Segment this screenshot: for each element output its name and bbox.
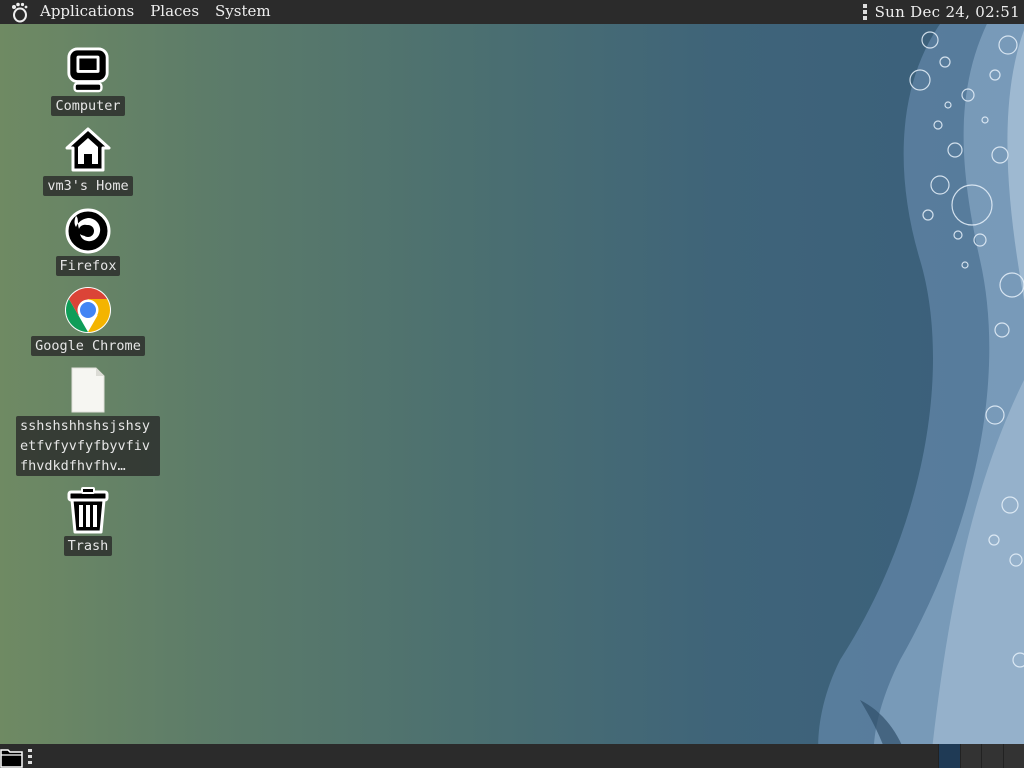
workspace-1[interactable] [938, 744, 960, 768]
system-menu[interactable]: System [207, 0, 279, 24]
wallpaper-waves-art [818, 0, 1024, 768]
desktop-icon-label: Trash [63, 536, 113, 556]
desktop-icon-label: vm3's Home [43, 176, 133, 196]
desktop-icon-label: sshshshhshsjshsyetfvfyvfyfbyvfivfhvdkdfh… [16, 416, 160, 476]
desktop-icon-firefox[interactable]: Firefox [0, 206, 176, 276]
desktop-icon-text-file[interactable]: sshshshhshsjshsyetfvfyvfyfbyvfivfhvdkdfh… [0, 366, 176, 476]
panel-drag-handle[interactable] [28, 749, 32, 764]
desktop-icon-label: Firefox [55, 256, 121, 276]
workspace-switcher[interactable] [938, 744, 1024, 768]
top-panel: Applications Places System Sun Dec 24, 0… [0, 0, 1024, 24]
workspace-2[interactable] [959, 744, 981, 768]
places-menu[interactable]: Places [142, 0, 207, 24]
computer-icon [64, 46, 112, 94]
workspace-3[interactable] [981, 744, 1003, 768]
desktop-icon-label: Google Chrome [31, 336, 145, 356]
home-folder-icon [64, 126, 112, 174]
desktop-icon-chrome[interactable]: Google Chrome [0, 286, 176, 356]
desktop-icon-computer[interactable]: Computer [0, 46, 176, 116]
gnome-foot-icon[interactable] [8, 1, 30, 23]
clock[interactable]: Sun Dec 24, 02:51 [875, 3, 1020, 21]
desktop-icon-trash[interactable]: Trash [0, 486, 176, 556]
show-desktop-icon[interactable] [0, 744, 24, 768]
trash-icon [64, 486, 112, 534]
firefox-icon [64, 206, 112, 254]
panel-right-area: Sun Dec 24, 02:51 [862, 0, 1020, 24]
desktop-icon-home[interactable]: vm3's Home [0, 126, 176, 196]
bottom-panel [0, 744, 1024, 768]
applications-menu[interactable]: Applications [32, 0, 142, 24]
panel-drag-handle[interactable] [862, 4, 867, 20]
workspace-4[interactable] [1002, 744, 1024, 768]
text-file-icon [64, 366, 112, 414]
main-menu-bar: Applications Places System [0, 0, 279, 24]
desktop-icon-label: Computer [51, 96, 125, 116]
chrome-icon [64, 286, 112, 334]
